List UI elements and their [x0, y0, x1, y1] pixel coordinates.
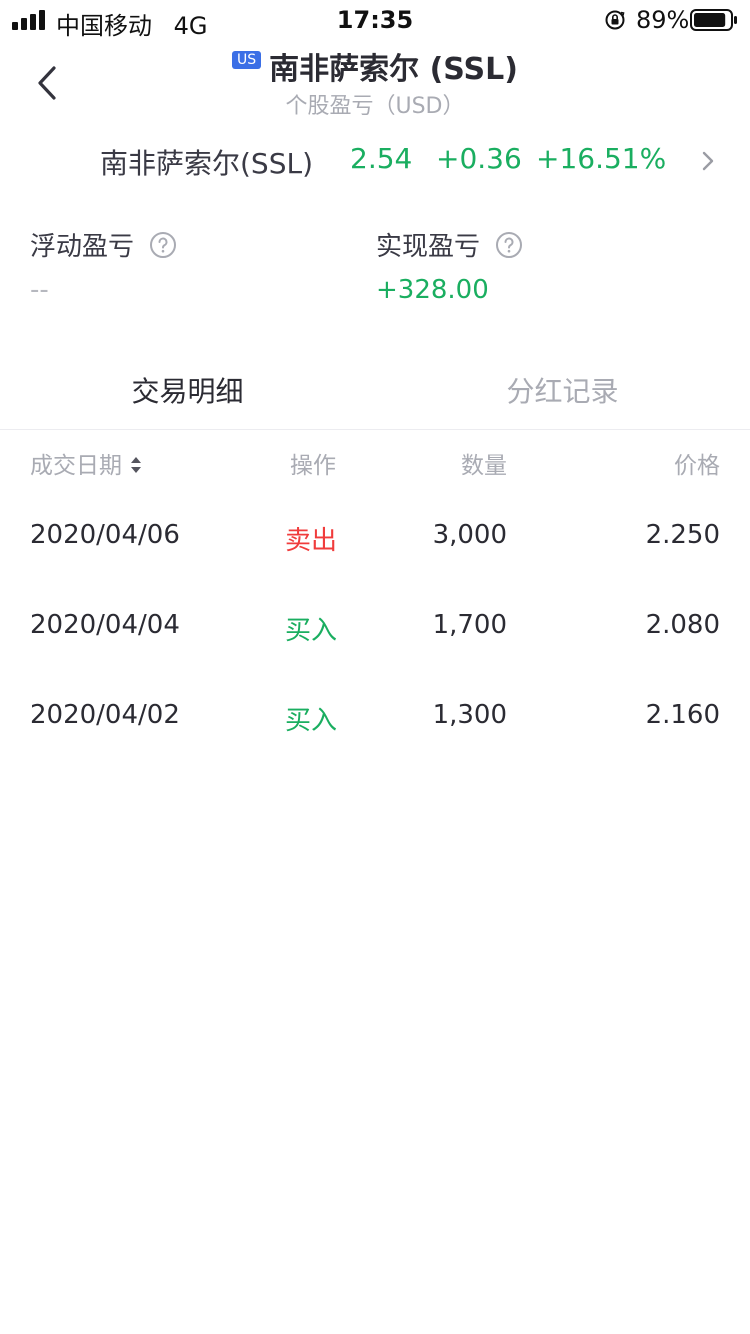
column-header-date-label: 成交日期	[30, 453, 122, 479]
trade-date: 2020/04/02	[30, 700, 180, 730]
question-circle-icon[interactable]	[149, 231, 177, 259]
page-title: 南非萨索尔 (SSL)	[269, 52, 518, 87]
table-row[interactable]: 2020/04/02 买入 1,300 2.160	[0, 688, 750, 748]
rotation-lock-icon	[605, 10, 625, 30]
sort-icon	[131, 456, 141, 473]
trade-date: 2020/04/04	[30, 610, 180, 640]
page-subtitle: 个股盈亏（USD）	[285, 94, 465, 119]
quote-stock-name: 南非萨索尔(SSL)	[100, 147, 313, 180]
chevron-right-icon[interactable]	[698, 148, 718, 174]
quote-row[interactable]: 南非萨索尔(SSL) 2.54 +0.36 +16.51%	[0, 140, 750, 182]
trade-price: 2.080	[645, 610, 720, 640]
page-title-row: US 南非萨索尔 (SSL)	[0, 44, 750, 87]
table-row[interactable]: 2020/04/04 买入 1,700 2.080	[0, 598, 750, 658]
floating-pnl-value: --	[30, 275, 49, 305]
stock-pnl-page: 中国移动 4G 17:35 89% US 南非萨索尔 (SSL) 个股盈亏（USD…	[0, 0, 750, 1334]
tab-dividend-records[interactable]: 分红记录	[375, 370, 750, 410]
column-header-operation: 操作	[290, 453, 336, 479]
battery-icon	[690, 9, 737, 31]
market-badge: US	[232, 51, 262, 69]
trade-operation: 买入	[285, 616, 338, 646]
realized-pnl-value: +328.00	[376, 275, 489, 305]
status-bar: 中国移动 4G 17:35 89%	[0, 0, 750, 40]
trade-price: 2.250	[645, 520, 720, 550]
realized-pnl: 实现盈亏 +328.00	[376, 226, 523, 305]
column-header-price: 价格	[674, 453, 720, 479]
trade-quantity: 3,000	[432, 520, 507, 550]
table-row[interactable]: 2020/04/06 卖出 3,000 2.250	[0, 508, 750, 568]
tab-divider	[0, 429, 750, 430]
floating-pnl: 浮动盈亏 --	[30, 226, 177, 305]
trade-price: 2.160	[645, 700, 720, 730]
column-header-quantity: 数量	[461, 453, 507, 479]
question-circle-icon[interactable]	[495, 231, 523, 259]
trade-date: 2020/04/06	[30, 520, 180, 550]
tab-trade-details[interactable]: 交易明细	[0, 370, 375, 410]
quote-change-percent: +16.51%	[536, 142, 667, 175]
quote-change: +0.36	[436, 142, 522, 175]
trade-operation: 买入	[285, 706, 338, 736]
quote-price: 2.54	[350, 142, 413, 175]
realized-pnl-label: 实现盈亏	[376, 232, 481, 262]
column-header-date[interactable]: 成交日期	[30, 446, 142, 480]
battery-percent: 89%	[636, 6, 690, 34]
floating-pnl-label: 浮动盈亏	[30, 232, 135, 262]
trade-operation: 卖出	[285, 526, 338, 556]
trade-quantity: 1,700	[432, 610, 507, 640]
trade-quantity: 1,300	[432, 700, 507, 730]
